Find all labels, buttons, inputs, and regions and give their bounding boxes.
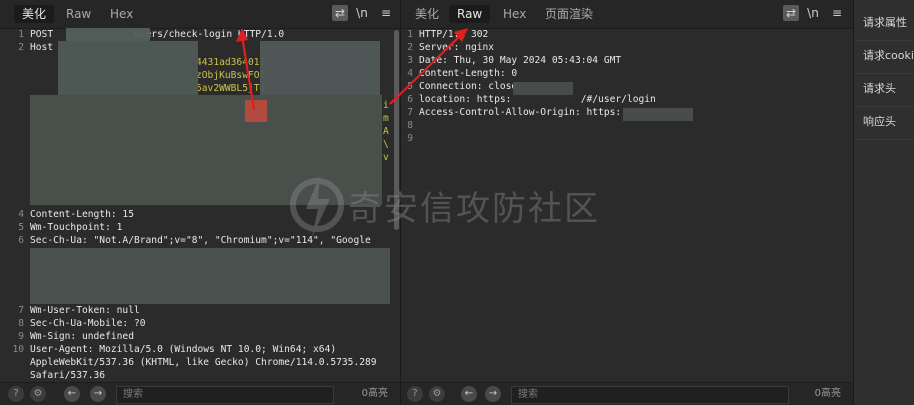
redacted-region bbox=[513, 82, 573, 95]
help-icon[interactable]: ? bbox=[8, 386, 24, 402]
redacted-region bbox=[623, 108, 693, 121]
help-icon[interactable]: ? bbox=[407, 386, 423, 402]
code-line: 10 User-Agent: Mozilla/5.0 (Windows NT 10… bbox=[12, 344, 337, 355]
request-tabbar: 美化 Raw Hex ⇄ \n ≡ bbox=[0, 0, 400, 29]
response-editor[interactable]: 1 HTTP/1.1 302 2 Server: nginx 3 Date: Thu,… bbox=[401, 28, 853, 383]
request-statusbar: ? ⚙ ← → 搜索 0高亮 bbox=[0, 382, 400, 405]
code-line: 8 Sec-Ch-Ua-Mobile: ?0 bbox=[18, 318, 146, 329]
vertical-scrollbar[interactable] bbox=[394, 30, 399, 230]
cookie-fragment: 5av2WWBL5jT= bbox=[196, 83, 266, 94]
request-pane: 美化 Raw Hex ⇄ \n ≡ 1 POST users/check-logi… bbox=[0, 0, 401, 405]
code-line: 7 Wm-User-Token: null bbox=[18, 305, 140, 316]
wrapped-fragment: i m A \ v bbox=[383, 100, 389, 163]
code-line: 5 Connection: close bbox=[407, 81, 518, 92]
prev-match-button[interactable]: ← bbox=[461, 386, 477, 402]
search-input[interactable]: 搜索 bbox=[511, 386, 789, 404]
tab-hex[interactable]: Hex bbox=[495, 5, 534, 23]
code-line: 9 Wm-Sign: undefined bbox=[18, 331, 134, 342]
code-line: 5 Wm-Touchpoint: 1 bbox=[18, 222, 123, 233]
tab-pretty[interactable]: 美化 bbox=[407, 5, 447, 23]
inspector-item-request-attributes[interactable]: 请求属性 bbox=[854, 5, 914, 41]
newline-toggle[interactable]: \n bbox=[805, 5, 821, 21]
highlight-count: 0高亮 bbox=[361, 388, 388, 399]
next-match-button[interactable]: → bbox=[485, 386, 501, 402]
inspector-item-response-headers[interactable]: 响应头 bbox=[854, 104, 914, 140]
code-line: 6 location: https: /#/user/login bbox=[407, 94, 656, 105]
settings-icon[interactable]: ⚙ bbox=[30, 386, 46, 402]
search-input[interactable]: 搜索 bbox=[116, 386, 334, 404]
code-line: 9 bbox=[407, 133, 413, 144]
tab-pretty[interactable]: 美化 bbox=[14, 5, 55, 23]
tab-hex[interactable]: Hex bbox=[102, 5, 141, 23]
menu-icon[interactable]: ≡ bbox=[829, 5, 845, 21]
next-match-button[interactable]: → bbox=[90, 386, 106, 402]
cookie-fragment: 4431ad364013 bbox=[196, 57, 266, 68]
code-line: 3 Date: Thu, 30 May 2024 05:43:04 GMT bbox=[407, 55, 622, 66]
wrap-icon[interactable]: ⇄ bbox=[783, 5, 799, 21]
code-line: 1 POST users/check-login HTTP/1.0 bbox=[18, 29, 285, 40]
response-pane: 美化 Raw Hex 页面渲染 ⇄ \n ≡ 1 HTTP/1.1 302 2 Se… bbox=[401, 0, 854, 405]
redacted-region bbox=[245, 100, 267, 122]
highlight-count: 0高亮 bbox=[814, 388, 841, 399]
wrap-icon[interactable]: ⇄ bbox=[332, 5, 348, 21]
prev-match-button[interactable]: ← bbox=[64, 386, 80, 402]
code-line: AppleWebKit/537.36 (KHTML, like Gecko) C… bbox=[30, 357, 377, 368]
newline-toggle[interactable]: \n bbox=[354, 5, 370, 21]
code-line: 4 Content-Length: 0 bbox=[407, 68, 518, 79]
redacted-region bbox=[260, 41, 380, 95]
tab-raw[interactable]: Raw bbox=[449, 5, 491, 23]
code-line: Safari/537.36 bbox=[30, 370, 106, 381]
code-line: 6 Sec-Ch-Ua: "Not.A/Brand";v="8", "Chromi… bbox=[18, 235, 371, 246]
code-line: 2 Server: nginx bbox=[407, 42, 495, 53]
redacted-region bbox=[58, 41, 198, 95]
tab-render[interactable]: 页面渲染 bbox=[537, 5, 601, 23]
inspector-item-request-cookies[interactable]: 请求cookie bbox=[854, 38, 914, 74]
inspector-panel: 请求属性 请求cookie 请求头 响应头 bbox=[854, 0, 914, 405]
code-line: 1 HTTP/1.1 302 bbox=[407, 29, 489, 40]
response-statusbar: ? ⚙ ← → 搜索 0高亮 bbox=[401, 382, 853, 405]
settings-icon[interactable]: ⚙ bbox=[429, 386, 445, 402]
tab-raw[interactable]: Raw bbox=[58, 5, 99, 23]
cookie-fragment: zObjKuBswFO8 bbox=[196, 70, 266, 81]
redacted-region bbox=[66, 28, 150, 41]
redacted-region bbox=[30, 248, 390, 304]
menu-icon[interactable]: ≡ bbox=[378, 5, 394, 21]
response-tabbar: 美化 Raw Hex 页面渲染 ⇄ \n ≡ bbox=[401, 0, 853, 29]
inspector-item-request-headers[interactable]: 请求头 bbox=[854, 71, 914, 107]
code-line: 4 Content-Length: 15 bbox=[18, 209, 134, 220]
redacted-region bbox=[30, 95, 382, 205]
